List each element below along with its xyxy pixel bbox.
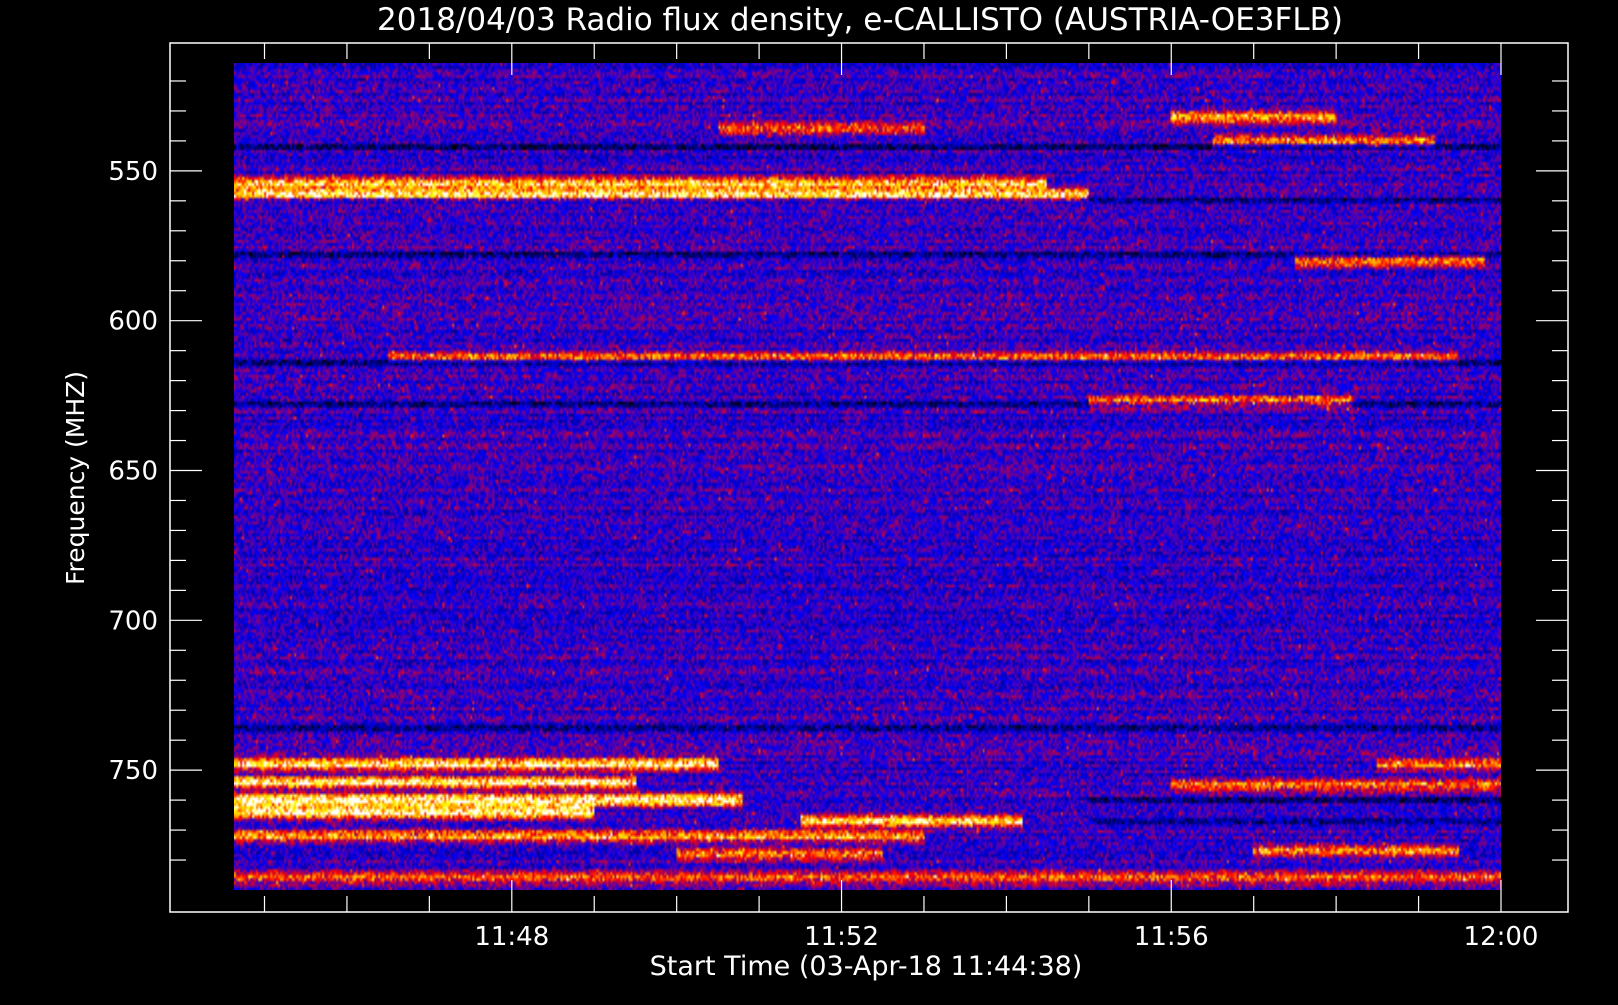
y-tick-label: 650 [108, 457, 158, 487]
y-tick-label: 700 [108, 606, 158, 636]
x-axis-label: Start Time (03-Apr-18 11:44:38) [650, 951, 1083, 982]
chart-title: 2018/04/03 Radio flux density, e-CALLIST… [377, 2, 1343, 38]
plot-area [169, 42, 1569, 913]
y-tick-label: 750 [108, 756, 158, 786]
spectrogram-chart: 2018/04/03 Radio flux density, e-CALLIST… [0, 0, 1618, 1000]
spectrogram-svg: 2018/04/03 Radio flux density, e-CALLIST… [61, 2, 1569, 982]
x-tick-label: 12:00 [1464, 922, 1539, 952]
spectrogram-heatmap [234, 63, 1501, 890]
x-tick-label: 11:56 [1134, 922, 1209, 952]
y-tick-label: 600 [108, 307, 158, 337]
x-tick-label: 11:48 [474, 922, 549, 952]
y-axis-label: Frequency (MHZ) [61, 371, 90, 585]
y-tick-label: 550 [108, 157, 158, 187]
x-tick-label: 11:52 [804, 922, 879, 952]
